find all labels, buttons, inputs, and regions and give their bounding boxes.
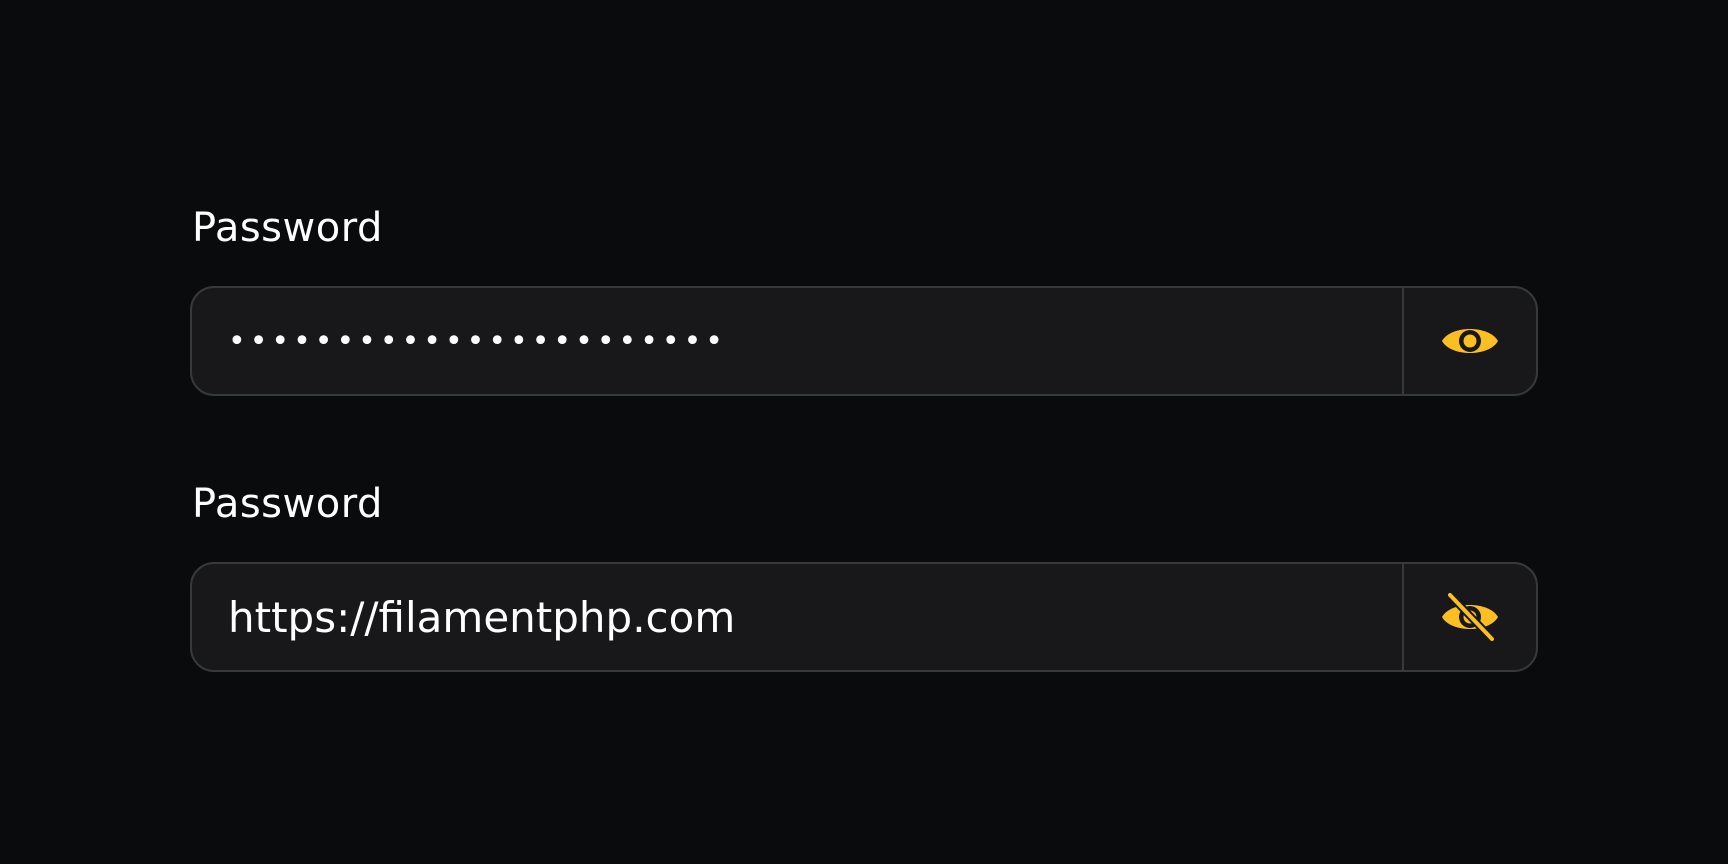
password-input-group: •••••••••••••••••••••••	[190, 286, 1538, 396]
password-input-group: https://filamentphp.com	[190, 562, 1538, 672]
password-label: Password	[192, 481, 383, 527]
password-input[interactable]: •••••••••••••••••••••••	[192, 288, 1402, 394]
password-field-revealed: Password https://filamentphp.com	[190, 476, 1538, 672]
password-field-masked: Password •••••••••••••••••••••••	[190, 200, 1538, 396]
eye-slash-icon	[1442, 591, 1498, 643]
eye-icon	[1442, 329, 1498, 353]
password-label: Password	[192, 205, 383, 251]
password-input[interactable]: https://filamentphp.com	[192, 564, 1402, 670]
show-password-button[interactable]	[1402, 288, 1536, 394]
hide-password-button[interactable]	[1402, 564, 1536, 670]
